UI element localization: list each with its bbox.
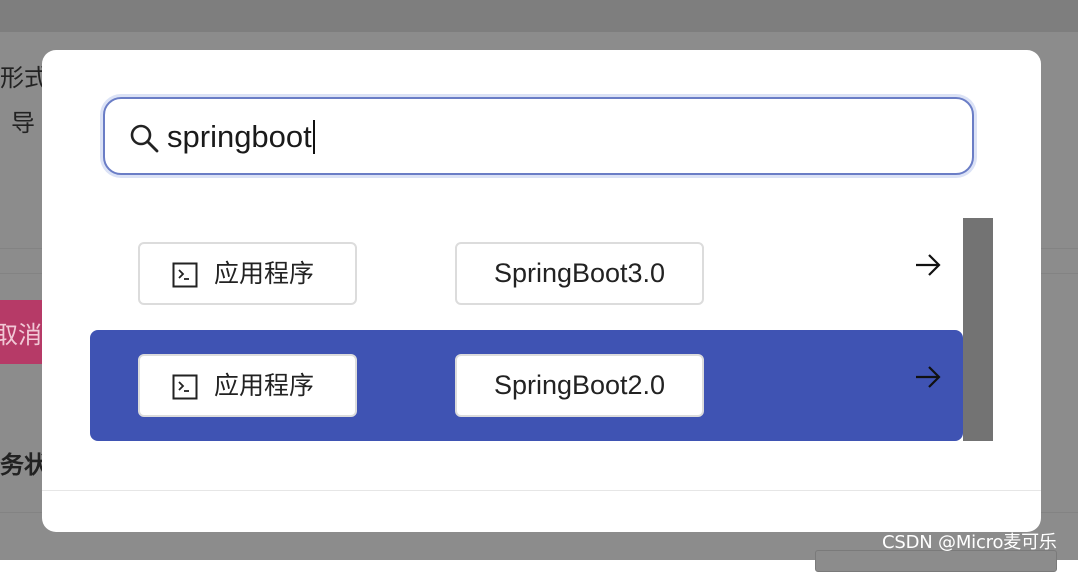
background-text: 导 [11, 109, 35, 137]
background-cancel-button: 取消 [0, 300, 48, 364]
background-top-bar [0, 0, 1078, 32]
search-icon [130, 124, 159, 153]
dialog-footer-divider [42, 490, 1041, 491]
arrow-right-icon[interactable] [914, 251, 942, 279]
text-caret [312, 119, 315, 154]
search-input[interactable]: springboot [167, 115, 315, 159]
terminal-icon [172, 262, 198, 288]
search-box[interactable]: springboot [103, 97, 974, 175]
result-type-label: 应用程序 [214, 259, 315, 288]
search-dialog: springboot 应用程序 SpringBoot3.0 应用程序 Sprin [42, 50, 1041, 532]
result-row[interactable]: 应用程序 SpringBoot3.0 [90, 218, 963, 329]
background-text: 形式 [0, 64, 48, 92]
arrow-right-icon[interactable] [914, 363, 942, 391]
results-scrollbar[interactable] [963, 218, 993, 441]
terminal-icon [172, 374, 198, 400]
background-cancel-label: 取消 [0, 321, 42, 349]
result-type-chip: 应用程序 [138, 242, 357, 305]
scrollbar-thumb[interactable] [963, 218, 993, 441]
result-type-label: 应用程序 [214, 371, 315, 400]
watermark: CSDN @Micro麦可乐 [882, 532, 1057, 553]
result-type-chip: 应用程序 [138, 354, 357, 417]
result-name-chip: SpringBoot2.0 [455, 354, 704, 417]
result-row-selected[interactable]: 应用程序 SpringBoot2.0 [90, 330, 963, 441]
result-name-chip: SpringBoot3.0 [455, 242, 704, 305]
search-input-value: springboot [167, 119, 312, 154]
